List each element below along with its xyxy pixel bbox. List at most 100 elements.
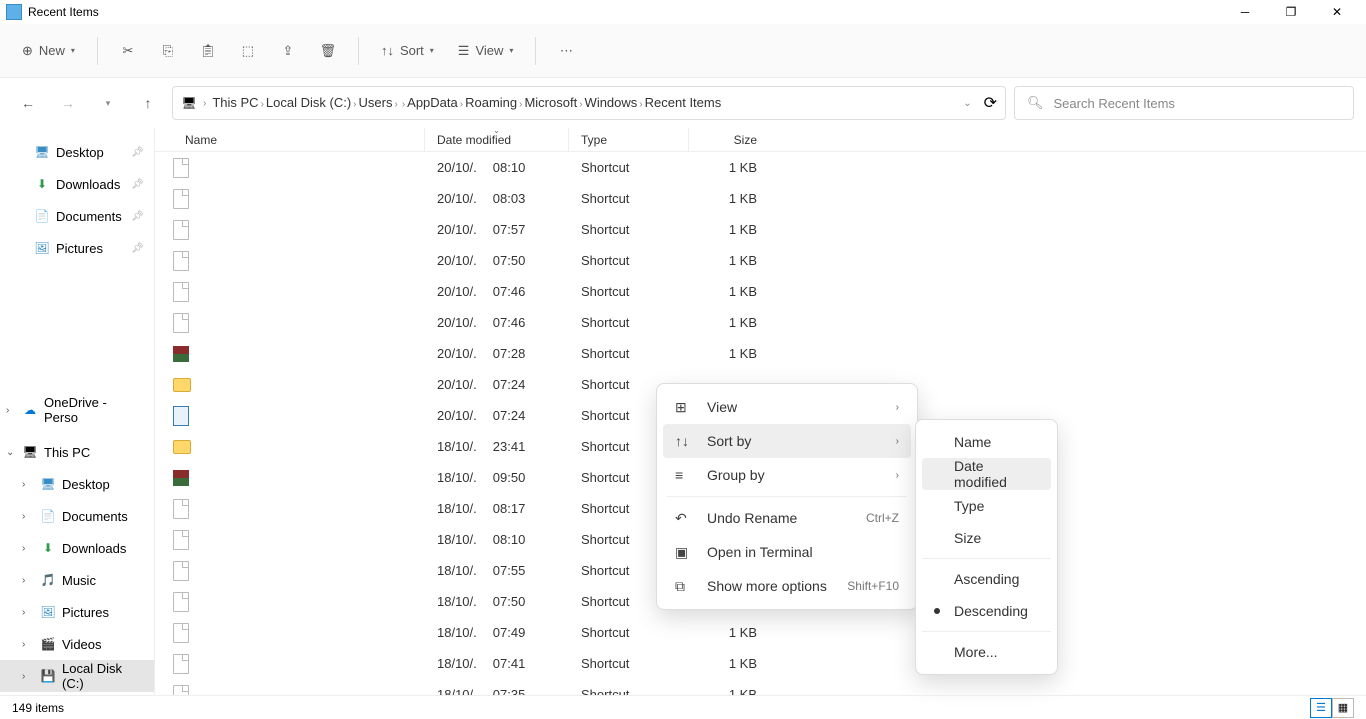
menu-item-group-by[interactable]: ≡Group by› bbox=[663, 458, 911, 492]
chevron-right-icon[interactable]: › bbox=[394, 99, 397, 110]
menu-item-view[interactable]: ⊞View› bbox=[663, 390, 911, 424]
folder-icon: 📄 bbox=[34, 208, 50, 224]
sidebar-item-pictures[interactable]: ›🖼Pictures bbox=[0, 596, 154, 628]
submenu-item-name[interactable]: Name bbox=[922, 426, 1051, 458]
chevron-right-icon[interactable]: › bbox=[6, 405, 9, 416]
pin-icon[interactable]: 📌︎ bbox=[131, 179, 144, 190]
sidebar-quick-pictures[interactable]: 🖼Pictures📌︎ bbox=[0, 232, 154, 264]
new-button[interactable]: ⊕ New ▾ bbox=[12, 35, 85, 67]
column-type[interactable]: Type bbox=[569, 128, 689, 151]
file-row[interactable]: 18/10/.07:35Shortcut1 KB bbox=[155, 679, 1366, 695]
file-row[interactable]: 20/10/.08:03Shortcut1 KB bbox=[155, 183, 1366, 214]
sidebar-item-music[interactable]: ›🎵Music bbox=[0, 564, 154, 596]
chevron-right-icon[interactable]: › bbox=[579, 99, 582, 110]
pin-icon[interactable]: 📌︎ bbox=[131, 147, 144, 158]
breadcrumb-segment[interactable]: Windows bbox=[585, 95, 638, 110]
chevron-right-icon[interactable]: › bbox=[261, 99, 264, 110]
file-row[interactable]: 20/10/.07:28Shortcut1 KB bbox=[155, 338, 1366, 369]
file-row[interactable]: 20/10/.07:57Shortcut1 KB bbox=[155, 214, 1366, 245]
sidebar-quick-desktop[interactable]: 🖥︎Desktop📌︎ bbox=[0, 136, 154, 168]
close-button[interactable]: ✕ bbox=[1314, 0, 1360, 24]
chevron-right-icon[interactable]: › bbox=[22, 543, 25, 554]
file-icon bbox=[173, 220, 189, 240]
menu-item-undo-rename[interactable]: ↶Undo RenameCtrl+Z bbox=[663, 501, 911, 535]
file-row[interactable]: 20/10/.07:50Shortcut1 KB bbox=[155, 245, 1366, 276]
submenu-item-size[interactable]: Size bbox=[922, 522, 1051, 554]
minimize-button[interactable]: ─ bbox=[1222, 0, 1268, 24]
pin-icon[interactable]: 📌︎ bbox=[131, 211, 144, 222]
folder-icon: 🖥︎ bbox=[40, 476, 56, 492]
more-button[interactable]: ⋯ bbox=[548, 35, 584, 67]
menu-item-show-more-options[interactable]: ⧉Show more optionsShift+F10 bbox=[663, 569, 911, 603]
refresh-button[interactable]: ⟳ bbox=[984, 93, 997, 113]
cut-button[interactable]: ✂ bbox=[110, 35, 146, 67]
copy-button[interactable]: ⎘ bbox=[150, 35, 186, 67]
file-row[interactable]: 18/10/.07:41Shortcut1 KB bbox=[155, 648, 1366, 679]
up-button[interactable]: ↑ bbox=[132, 87, 164, 119]
chevron-right-icon[interactable]: › bbox=[22, 511, 25, 522]
delete-button[interactable]: 🗑︎ bbox=[310, 35, 346, 67]
file-row[interactable]: 18/10/.07:49Shortcut1 KB bbox=[155, 617, 1366, 648]
chevron-right-icon[interactable]: › bbox=[22, 639, 25, 650]
file-icon bbox=[173, 251, 189, 271]
chevron-right-icon[interactable]: › bbox=[22, 575, 25, 586]
submenu-item-more-[interactable]: More... bbox=[922, 636, 1051, 668]
address-bar[interactable]: 🖥︎ › This PC›Local Disk (C:)›Users››AppD… bbox=[172, 86, 1006, 120]
chevron-right-icon[interactable]: › bbox=[22, 479, 25, 490]
chevron-right-icon[interactable]: › bbox=[402, 99, 405, 110]
search-box[interactable]: 🔍︎ Search Recent Items bbox=[1014, 86, 1354, 120]
column-name[interactable]: Name bbox=[155, 128, 425, 151]
chevron-right-icon[interactable]: › bbox=[460, 99, 463, 110]
menu-item-open-in-terminal[interactable]: ▣Open in Terminal bbox=[663, 535, 911, 569]
submenu-item-ascending[interactable]: Ascending bbox=[922, 563, 1051, 595]
submenu-item-type[interactable]: Type bbox=[922, 490, 1051, 522]
paste-button[interactable]: 📋︎ bbox=[190, 35, 226, 67]
breadcrumb-segment[interactable]: Local Disk (C:) bbox=[266, 95, 351, 110]
menu-item-sort-by[interactable]: ↑↓Sort by› bbox=[663, 424, 911, 458]
submenu-item-date-modified[interactable]: Date modified bbox=[922, 458, 1051, 490]
column-size[interactable]: Size bbox=[689, 128, 769, 151]
sort-button[interactable]: ↑↓ Sort ▾ bbox=[371, 35, 444, 67]
breadcrumb-segment[interactable]: Microsoft bbox=[524, 95, 577, 110]
file-row[interactable]: 20/10/.07:46Shortcut1 KB bbox=[155, 276, 1366, 307]
sidebar-item-downloads[interactable]: ›⬇Downloads bbox=[0, 532, 154, 564]
chevron-down-icon[interactable]: ⌄ bbox=[6, 447, 14, 458]
breadcrumb-segment[interactable]: This PC bbox=[212, 95, 258, 110]
file-row[interactable]: 20/10/.08:10Shortcut1 KB bbox=[155, 152, 1366, 183]
back-button[interactable]: ← bbox=[12, 87, 44, 119]
share-button[interactable]: ⇪ bbox=[270, 35, 306, 67]
breadcrumb-segment[interactable]: AppData bbox=[407, 95, 458, 110]
maximize-button[interactable]: ❐ bbox=[1268, 0, 1314, 24]
pin-icon[interactable]: 📌︎ bbox=[131, 243, 144, 254]
details-view-button[interactable]: ☰ bbox=[1310, 698, 1332, 718]
file-row[interactable]: 20/10/.07:46Shortcut1 KB bbox=[155, 307, 1366, 338]
sidebar-quick-downloads[interactable]: ⬇Downloads📌︎ bbox=[0, 168, 154, 200]
chevron-right-icon[interactable]: › bbox=[639, 99, 642, 110]
menu-icon: ▣ bbox=[675, 544, 693, 561]
sidebar-this-pc[interactable]: ⌄ 🖥︎ This PC bbox=[0, 436, 154, 468]
chevron-right-icon[interactable]: › bbox=[353, 99, 356, 110]
rename-button[interactable]: ⬚ bbox=[230, 35, 266, 67]
sidebar-quick-documents[interactable]: 📄Documents📌︎ bbox=[0, 200, 154, 232]
chevron-down-icon[interactable]: ⌄ bbox=[963, 98, 971, 109]
breadcrumb-segment[interactable]: Recent Items bbox=[645, 95, 722, 110]
sidebar-item-desktop[interactable]: ›🖥︎Desktop bbox=[0, 468, 154, 500]
sidebar-item-local-disk--c--[interactable]: ›💾Local Disk (C:) bbox=[0, 660, 154, 692]
sidebar-item-documents[interactable]: ›📄Documents bbox=[0, 500, 154, 532]
large-icons-view-button[interactable]: ▦ bbox=[1332, 698, 1354, 718]
chevron-right-icon[interactable]: › bbox=[22, 607, 25, 618]
sidebar-onedrive[interactable]: › ☁ OneDrive - Perso bbox=[0, 394, 154, 426]
share-icon: ⇪ bbox=[282, 43, 293, 59]
chevron-right-icon[interactable]: › bbox=[519, 99, 522, 110]
breadcrumb-segment[interactable]: Roaming bbox=[465, 95, 517, 110]
breadcrumb-segment[interactable]: Users bbox=[359, 95, 393, 110]
submenu-item-descending[interactable]: Descending bbox=[922, 595, 1051, 627]
chevron-right-icon[interactable]: › bbox=[22, 671, 25, 682]
column-date[interactable]: ⌄Date modified bbox=[425, 128, 569, 151]
sidebar-item-videos[interactable]: ›🎬Videos bbox=[0, 628, 154, 660]
column-headers: Name ⌄Date modified Type Size bbox=[155, 128, 1366, 152]
view-button[interactable]: ☰ View ▾ bbox=[448, 35, 524, 67]
navigation-pane[interactable]: 🖥︎Desktop📌︎⬇Downloads📌︎📄Documents📌︎🖼Pict… bbox=[0, 128, 155, 695]
forward-button[interactable]: → bbox=[52, 87, 84, 119]
recent-dropdown[interactable]: ▾ bbox=[92, 87, 124, 119]
